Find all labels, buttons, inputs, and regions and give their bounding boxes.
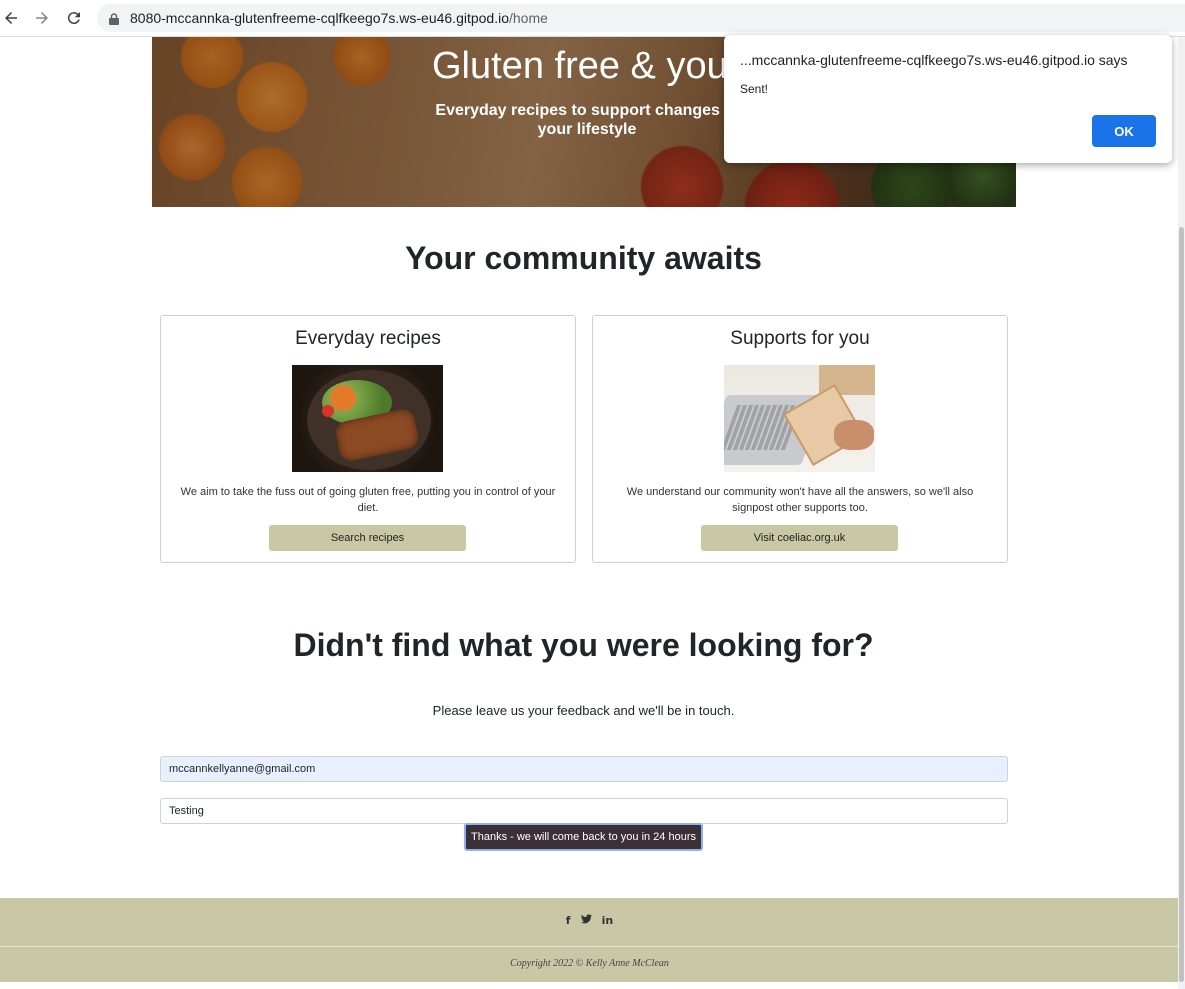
linkedin-icon[interactable]: in xyxy=(602,914,614,927)
recipes-card: Everyday recipes We aim to take the fuss… xyxy=(160,315,576,563)
submit-feedback-button[interactable]: Thanks - we will come back to you in 24 … xyxy=(464,823,703,851)
hero-title: Gluten free & you xyxy=(432,45,728,87)
card-text: We aim to take the fuss out of going glu… xyxy=(180,486,556,514)
message-field-value: Testing xyxy=(169,805,204,817)
visit-coeliac-button[interactable]: Visit coeliac.org.uk xyxy=(701,525,898,551)
back-arrow-icon[interactable] xyxy=(0,7,22,29)
facebook-icon[interactable]: f xyxy=(566,914,571,927)
recipe-food-image xyxy=(292,365,443,472)
dialog-ok-button[interactable]: OK xyxy=(1092,115,1156,147)
page-scrollbar[interactable] xyxy=(1178,37,1185,989)
feedback-subtext: Please leave us your feedback and we'll … xyxy=(432,703,735,718)
search-recipes-button[interactable]: Search recipes xyxy=(269,525,466,551)
scrollbar-thumb[interactable] xyxy=(1179,227,1184,982)
writing-desk-image xyxy=(724,365,875,472)
browser-toolbar: 8080-mccannka-glutenfreeme-cqlfkeego7s.w… xyxy=(0,0,1185,37)
email-field[interactable]: mccannkellyanne@gmail.com xyxy=(160,756,1008,782)
url-path: /home xyxy=(509,10,548,26)
copyright-text: Copyright 2022 © Kelly Anne McClean xyxy=(510,958,669,969)
footer: f in Copyright 2022 © Kelly Anne McClean xyxy=(0,898,1179,982)
url-host: 8080-mccannka-glutenfreeme-cqlfkeego7s.w… xyxy=(130,10,509,26)
feedback-heading: Didn't find what you were looking for? xyxy=(293,627,874,663)
forward-arrow-icon[interactable] xyxy=(31,7,53,29)
dialog-title: ...mccannka-glutenfreeme-cqlfkeego7s.ws-… xyxy=(740,52,1128,68)
supports-card: Supports for you We understand our commu… xyxy=(592,315,1008,563)
twitter-icon[interactable] xyxy=(580,914,592,927)
email-field-value: mccannkellyanne@gmail.com xyxy=(169,763,316,775)
footer-divider xyxy=(0,946,1179,947)
alert-dialog: ...mccannka-glutenfreeme-cqlfkeego7s.ws-… xyxy=(724,35,1172,163)
community-heading: Your community awaits xyxy=(405,240,762,276)
hero-subtitle: Everyday recipes to support changes in y… xyxy=(435,102,739,138)
address-bar[interactable]: 8080-mccannka-glutenfreeme-cqlfkeego7s.w… xyxy=(97,4,1185,32)
card-title: Everyday recipes xyxy=(295,328,441,349)
lock-icon xyxy=(109,12,119,25)
card-title: Supports for you xyxy=(730,328,870,349)
reload-icon[interactable] xyxy=(63,7,85,29)
social-links: f in xyxy=(0,914,1179,927)
dialog-message: Sent! xyxy=(740,82,769,96)
feedback-message-field[interactable]: Testing xyxy=(160,798,1008,824)
card-text: We understand our community won't have a… xyxy=(626,486,974,514)
